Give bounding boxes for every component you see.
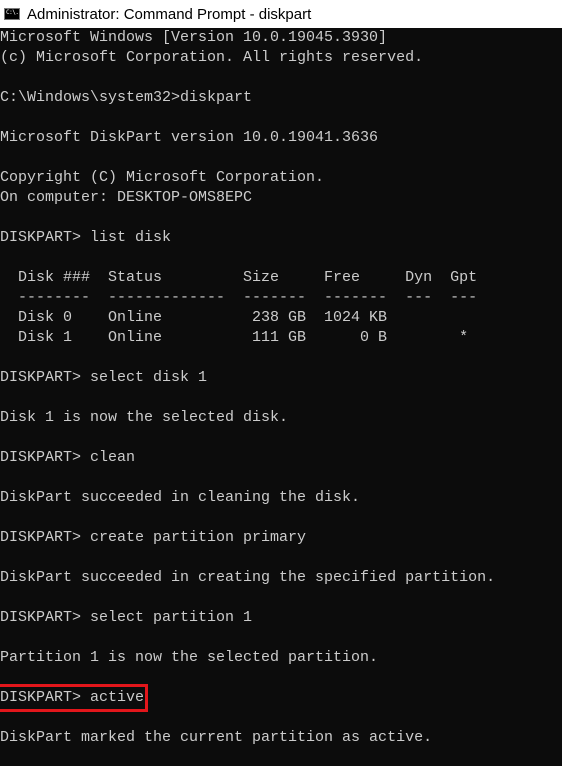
highlighted-active-command: DISKPART> active [0,684,149,712]
command-prompt-icon: C:\. [4,8,20,20]
console-line: Copyright (C) Microsoft Corporation. [0,169,325,186]
title-bar[interactable]: C:\. Administrator: Command Prompt - dis… [0,0,562,28]
console-line: On computer: DESKTOP-OMS8EPC [0,189,253,206]
disk-table-row: Disk 0 Online 238 GB 1024 KB [0,309,388,326]
console-line: DiskPart marked the current partition as… [0,729,433,746]
console-output[interactable]: Microsoft Windows [Version 10.0.19045.39… [0,28,562,748]
disk-table-separator: -------- ------------- ------- ------- -… [0,289,478,306]
console-line: DISKPART> clean [0,449,136,466]
console-line: DISKPART> list disk [0,229,172,246]
console-line: DiskPart succeeded in creating the speci… [0,569,496,586]
command-prompt-window: C:\. Administrator: Command Prompt - dis… [0,0,562,766]
disk-table-row: Disk 1 Online 111 GB 0 B * [0,329,469,346]
console-line: DiskPart succeeded in cleaning the disk. [0,489,361,506]
console-line: Microsoft DiskPart version 10.0.19041.36… [0,129,379,146]
window-title: Administrator: Command Prompt - diskpart [27,5,312,23]
console-line: Partition 1 is now the selected partitio… [0,649,379,666]
console-line: (c) Microsoft Corporation. All rights re… [0,49,424,66]
active-command-line: DISKPART> active [0,684,562,712]
console-line: C:\Windows\system32>diskpart [0,89,253,106]
console-line: Disk 1 is now the selected disk. [0,409,289,426]
console-line: Microsoft Windows [Version 10.0.19045.39… [0,29,388,46]
console-line: DISKPART> select disk 1 [0,369,208,386]
disk-table-header: Disk ### Status Size Free Dyn Gpt [0,269,478,286]
console-line: DISKPART> create partition primary [0,529,307,546]
console-line: DISKPART> select partition 1 [0,609,253,626]
command-prompt-icon-text: C:\. [6,9,19,16]
